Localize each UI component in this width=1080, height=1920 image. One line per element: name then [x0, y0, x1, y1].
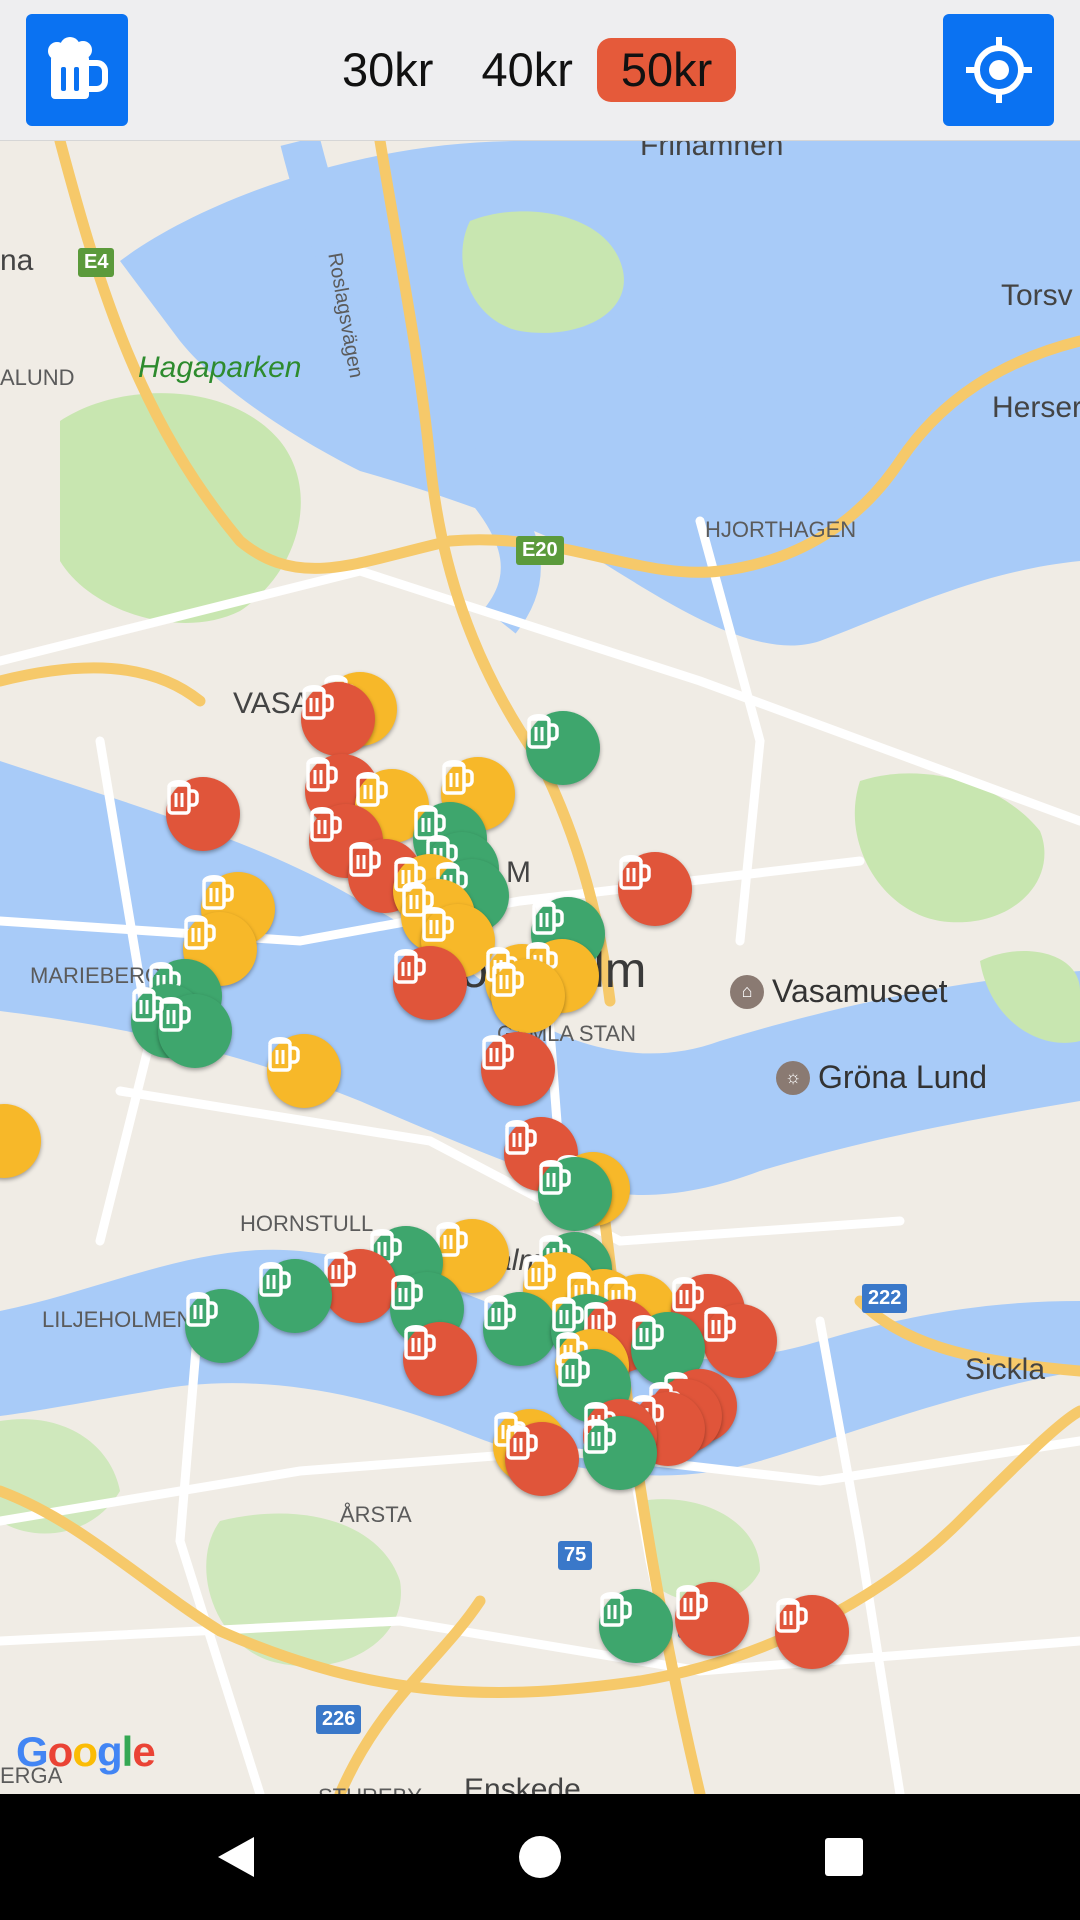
beer-mug-icon: [539, 1160, 571, 1195]
locate-me-button[interactable]: [943, 14, 1054, 126]
beer-mug-icon: [159, 997, 191, 1032]
bar-marker-50kr[interactable]: [618, 852, 692, 926]
beer-mug-icon: [259, 1262, 291, 1297]
beer-mug-icon: [186, 1292, 218, 1327]
bar-marker-50kr[interactable]: [393, 946, 467, 1020]
price-filter-50[interactable]: 50kr: [596, 38, 737, 102]
bar-marker-50kr[interactable]: [403, 1322, 477, 1396]
beer-app-button[interactable]: [26, 14, 128, 126]
bar-marker-30kr[interactable]: [599, 1589, 673, 1663]
beer-mug-icon: [558, 1352, 590, 1387]
beer-mug-icon: [532, 900, 564, 935]
beer-mug-icon: [492, 962, 524, 997]
bar-marker-50kr[interactable]: [703, 1304, 777, 1378]
back-triangle-icon: [218, 1837, 254, 1877]
beer-mug-icon: [482, 1035, 514, 1070]
beer-mug-icon: [672, 1277, 704, 1312]
bar-marker-30kr[interactable]: [538, 1157, 612, 1231]
beer-mug-icon: [632, 1315, 664, 1350]
beer-mug-icon: [349, 842, 381, 877]
beer-mug-icon: [484, 1295, 516, 1330]
recents-square-icon: [825, 1838, 863, 1876]
beer-mug-icon: [356, 772, 388, 807]
beer-mug-icon: [442, 760, 474, 795]
bar-marker-30kr[interactable]: [185, 1289, 259, 1363]
beer-mug-icon: [391, 1275, 423, 1310]
beer-mug-icon: [584, 1419, 616, 1454]
bar-marker-50kr[interactable]: [301, 682, 375, 756]
bar-marker-40kr[interactable]: [0, 1104, 41, 1178]
bar-marker-50kr[interactable]: [505, 1422, 579, 1496]
google-attribution-logo: Google: [16, 1728, 156, 1775]
bar-marker-30kr[interactable]: [158, 994, 232, 1068]
home-button[interactable]: [510, 1827, 570, 1887]
top-toolbar: 30kr 40kr 50kr: [0, 0, 1080, 141]
beer-mug-icon: [302, 685, 334, 720]
price-filter-30[interactable]: 30kr: [318, 38, 457, 102]
price-filter-group: 30kr 40kr 50kr: [318, 38, 737, 102]
bar-marker-40kr[interactable]: [267, 1034, 341, 1108]
price-filter-40[interactable]: 40kr: [457, 38, 596, 102]
beer-mug-icon: [676, 1585, 708, 1620]
crosshair-target-icon: [965, 37, 1032, 103]
map-view[interactable]: Stockholm VASA NORRMALM GAMLA STAN Söder…: [0, 141, 1080, 1794]
beer-mug-icon: [505, 1120, 537, 1155]
beer-mug-icon: [184, 915, 216, 950]
bar-marker-30kr[interactable]: [583, 1416, 657, 1490]
bar-marker-layer: [0, 141, 1080, 1794]
beer-mug-icon: [268, 1037, 300, 1072]
beer-mug-icon: [0, 1104, 1, 1144]
system-navigation-bar: [0, 1794, 1080, 1920]
bar-marker-30kr[interactable]: [258, 1259, 332, 1333]
beer-mug-icon: [600, 1592, 632, 1627]
recents-button[interactable]: [814, 1827, 874, 1887]
beer-mug-icon: [167, 780, 199, 815]
beer-mug-icon: [619, 855, 651, 890]
beer-mug-icon: [506, 1425, 538, 1460]
beer-mug-icon: [776, 1598, 808, 1633]
bar-marker-50kr[interactable]: [481, 1032, 555, 1106]
beer-mug-icon: [310, 807, 342, 842]
bar-marker-50kr[interactable]: [675, 1582, 749, 1656]
beer-mug-icon: [524, 1255, 556, 1290]
back-button[interactable]: [206, 1827, 266, 1887]
bar-marker-50kr[interactable]: [166, 777, 240, 851]
beer-mug-icon: [527, 714, 559, 749]
beer-mug-icon: [422, 907, 454, 942]
bar-marker-50kr[interactable]: [775, 1595, 849, 1669]
beer-mug-icon: [202, 875, 234, 910]
beer-mug-icon: [394, 949, 426, 984]
home-circle-icon: [519, 1836, 561, 1878]
beer-mug-icon: [48, 37, 108, 99]
bar-marker-30kr[interactable]: [526, 711, 600, 785]
bar-marker-40kr[interactable]: [491, 959, 565, 1033]
bar-marker-50kr[interactable]: [323, 1249, 397, 1323]
beer-mug-icon: [552, 1297, 584, 1332]
beer-mug-icon: [404, 1325, 436, 1360]
beer-mug-icon: [306, 757, 338, 792]
beer-mug-icon: [704, 1307, 736, 1342]
bar-marker-30kr[interactable]: [483, 1292, 557, 1366]
